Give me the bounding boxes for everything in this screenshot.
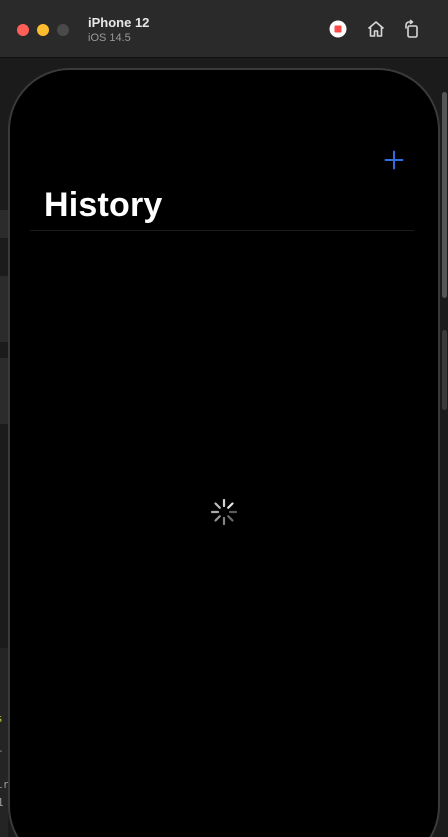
- spinner-spoke: [214, 502, 221, 509]
- navigation-separator: [30, 230, 414, 231]
- spinner-spoke: [214, 515, 221, 522]
- record-stop-icon: [329, 20, 347, 38]
- close-window-button[interactable]: [17, 24, 29, 36]
- home-icon: [367, 21, 385, 37]
- background-code-fragment: 1: [0, 796, 4, 809]
- record-stop-button[interactable]: [327, 18, 349, 40]
- spinner-spoke: [227, 515, 234, 522]
- side-panel-strip-1: [0, 210, 8, 238]
- device-name: iPhone 12: [88, 15, 150, 30]
- rotate-icon: [405, 19, 418, 38]
- iphone-frame: History: [8, 68, 440, 837]
- iphone-screen: History: [10, 70, 438, 837]
- side-panel-strip-2: [0, 276, 8, 342]
- background-code-fragment: -: [0, 744, 4, 757]
- spinner-spoke: [227, 502, 234, 509]
- home-button[interactable]: [365, 18, 387, 40]
- plus-icon: [384, 150, 404, 170]
- window-title-block: iPhone 12 iOS 14.5: [88, 15, 149, 45]
- background-code-fragment: s: [0, 712, 3, 725]
- side-panel-strip-3: [0, 358, 8, 424]
- background-scrollbar-lower[interactable]: [442, 330, 447, 410]
- minimize-window-button[interactable]: [37, 24, 49, 36]
- rotate-button[interactable]: [401, 18, 423, 40]
- os-version: iOS 14.5: [88, 32, 131, 44]
- add-button[interactable]: [382, 148, 406, 172]
- page-title: History: [44, 186, 163, 224]
- zoom-window-button[interactable]: [57, 24, 69, 36]
- simulator-window: s - ir 1 iPhone 12 iOS 14.5: [0, 0, 448, 837]
- activity-indicator-icon: [210, 498, 238, 526]
- title-bar: iPhone 12 iOS 14.5: [0, 0, 448, 58]
- background-scrollbar[interactable]: [442, 92, 447, 298]
